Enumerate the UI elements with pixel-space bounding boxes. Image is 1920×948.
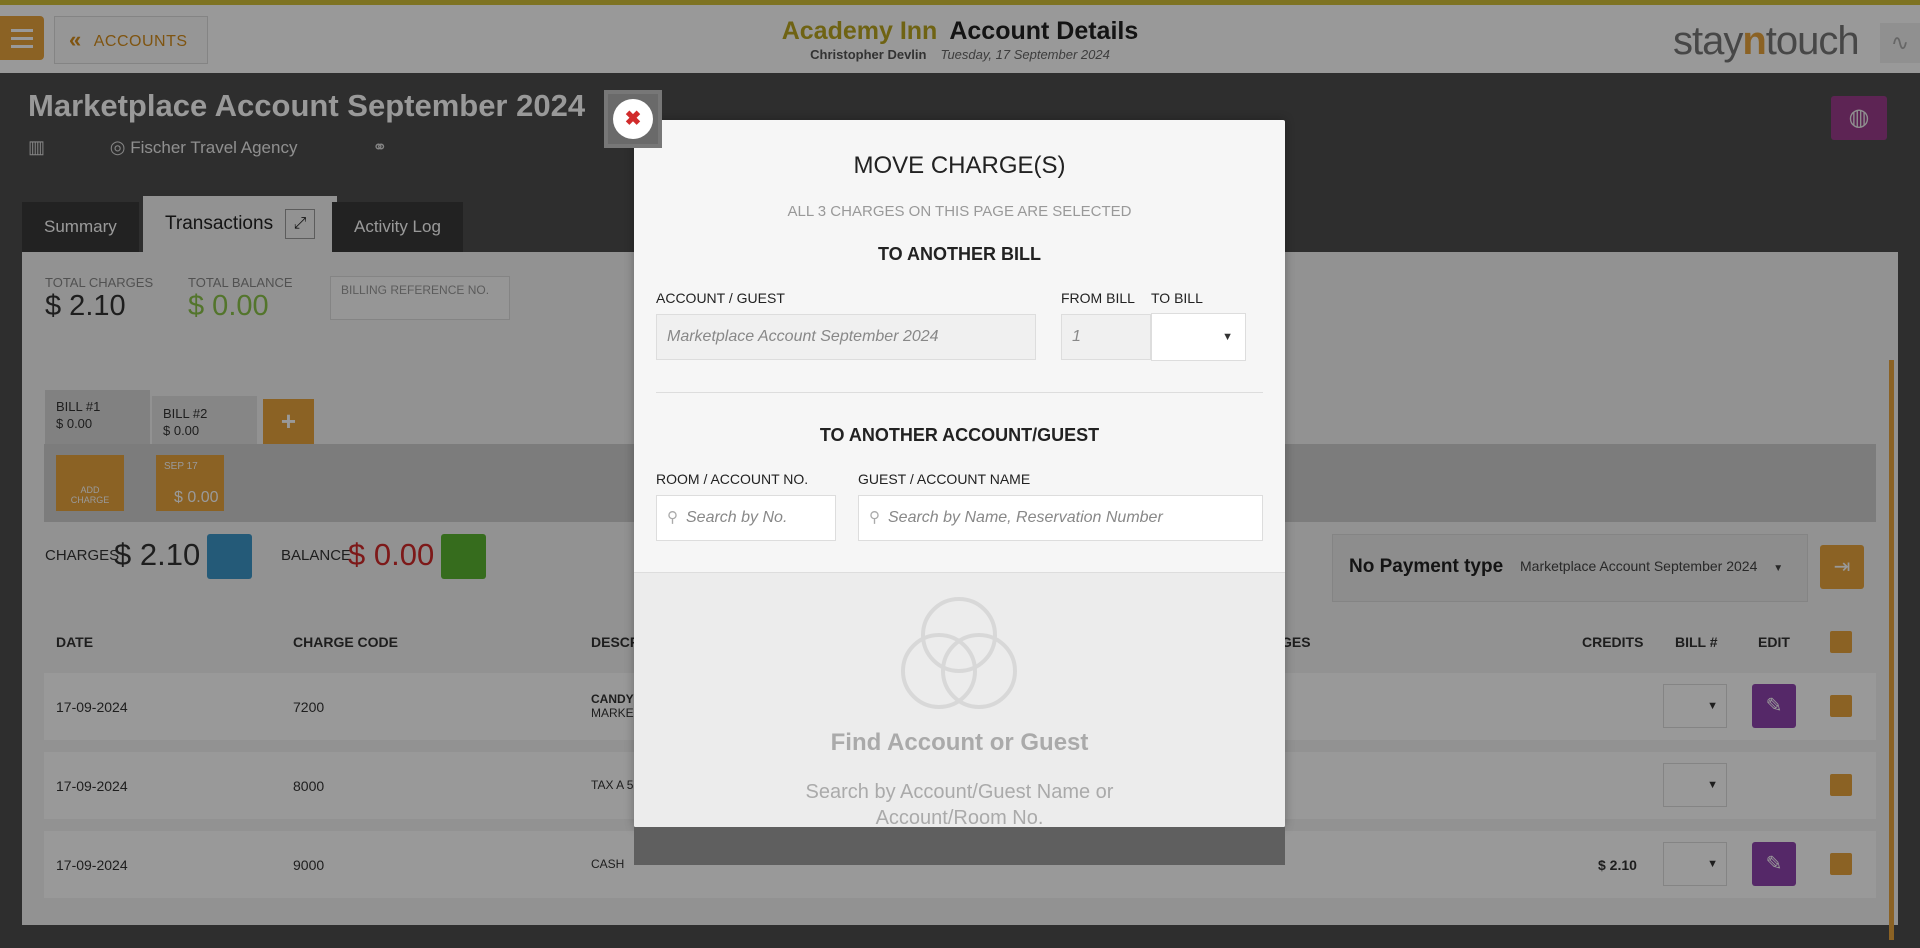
guest-search-placeholder: Search by Name, Reservation Number [888, 509, 1163, 526]
section-another-account: TO ANOTHER ACCOUNT/GUEST [819, 425, 1100, 445]
find-subtitle-line: Account/Room No. [875, 807, 1044, 827]
room-search-input[interactable]: ⚲ Search by No. [656, 495, 836, 541]
search-results-area: Find Account or Guest Search by Account/… [634, 572, 1285, 827]
search-icon: ⚲ [667, 509, 678, 526]
modal-footer-shadow [634, 827, 1285, 865]
account-guest-label: ACCOUNT / GUEST [656, 290, 785, 306]
to-bill-label: TO BILL [1151, 290, 1203, 306]
caret-down-icon: ▼ [1222, 331, 1233, 343]
move-charges-modal: MOVE CHARGE(S) ALL 3 CHARGES ON THIS PAG… [634, 120, 1285, 827]
section-another-bill: TO ANOTHER BILL [878, 244, 1041, 264]
guest-search-input[interactable]: ⚲ Search by Name, Reservation Number [858, 495, 1263, 541]
find-subtitle: Search by Account/Guest Name or Account/… [774, 779, 1145, 827]
find-subtitle-line: Search by Account/Guest Name or [805, 781, 1114, 803]
modal-close-button[interactable]: ✖ [604, 90, 662, 148]
from-bill-field: 1 [1061, 314, 1151, 360]
room-search-placeholder: Search by No. [686, 509, 788, 526]
account-guest-field: Marketplace Account September 2024 [656, 314, 1036, 360]
modal-subtitle: ALL 3 CHARGES ON THIS PAGE ARE SELECTED [787, 203, 1132, 220]
from-bill-label: FROM BILL [1061, 290, 1135, 306]
find-title: Find Account or Guest [830, 729, 1089, 756]
circles-icon [901, 597, 1017, 709]
room-account-label: ROOM / ACCOUNT NO. [656, 471, 809, 487]
to-bill-select[interactable]: ▼ [1151, 313, 1246, 361]
search-icon: ⚲ [869, 509, 880, 526]
guest-account-label: GUEST / ACCOUNT NAME [858, 471, 1031, 487]
close-icon: ✖ [613, 99, 653, 139]
modal-title: MOVE CHARGE(S) [853, 152, 1066, 179]
divider [656, 392, 1263, 393]
